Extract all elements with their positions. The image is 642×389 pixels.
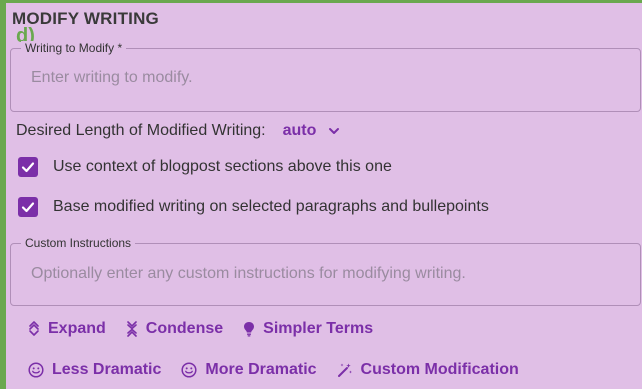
magic-wand-icon: [337, 362, 353, 378]
custom-modification-label: Custom Modification: [360, 361, 519, 378]
custom-instructions-label: Custom Instructions: [21, 236, 136, 250]
expand-label: Expand: [48, 320, 106, 337]
writing-to-modify-field[interactable]: Writing to Modify * Enter writing to mod…: [10, 41, 641, 112]
simpler-terms-label: Simpler Terms: [263, 320, 374, 337]
condense-button[interactable]: Condense: [126, 320, 223, 338]
smiley-icon: [28, 362, 44, 378]
more-dramatic-label: More Dramatic: [205, 361, 317, 378]
more-dramatic-button[interactable]: More Dramatic: [181, 361, 317, 379]
condense-label: Condense: [145, 320, 224, 337]
base-on-selected-label: Base modified writing on selected paragr…: [53, 198, 489, 215]
writing-to-modify-placeholder: Enter writing to modify.: [31, 69, 193, 86]
modify-actions-row-1: Expand Condense Simpler Terms: [28, 320, 393, 338]
modify-actions-row-2: Less Dramatic More Dramatic Custom Modif…: [28, 361, 539, 379]
less-dramatic-label: Less Dramatic: [52, 361, 162, 378]
writing-to-modify-label: Writing to Modify *: [21, 41, 127, 55]
base-on-selected-checkbox-row[interactable]: Base modified writing on selected paragr…: [18, 197, 489, 217]
use-context-checkbox[interactable]: [18, 157, 38, 177]
desired-length-row: Desired Length of Modified Writing: auto: [16, 122, 340, 140]
expand-button[interactable]: Expand: [28, 320, 106, 338]
desired-length-label: Desired Length of Modified Writing:: [16, 122, 266, 139]
expand-icon: [28, 321, 40, 337]
lightbulb-icon: [243, 321, 255, 337]
custom-instructions-field[interactable]: Custom Instructions Optionally enter any…: [10, 236, 641, 306]
use-context-checkbox-row[interactable]: Use context of blogpost sections above t…: [18, 157, 392, 177]
modify-writing-panel: MODIFY WRITING d) Writing to Modify * En…: [0, 0, 642, 389]
use-context-label: Use context of blogpost sections above t…: [53, 158, 392, 175]
check-icon: [21, 162, 35, 173]
simpler-terms-button[interactable]: Simpler Terms: [243, 320, 373, 338]
desired-length-select[interactable]: auto: [283, 122, 317, 140]
base-on-selected-checkbox[interactable]: [18, 197, 38, 217]
smiley-icon: [181, 362, 197, 378]
custom-modification-button[interactable]: Custom Modification: [337, 361, 519, 379]
custom-instructions-placeholder: Optionally enter any custom instructions…: [31, 265, 466, 282]
check-icon: [21, 202, 35, 213]
chevron-down-icon[interactable]: [328, 125, 340, 137]
less-dramatic-button[interactable]: Less Dramatic: [28, 361, 161, 379]
condense-icon: [126, 321, 138, 337]
